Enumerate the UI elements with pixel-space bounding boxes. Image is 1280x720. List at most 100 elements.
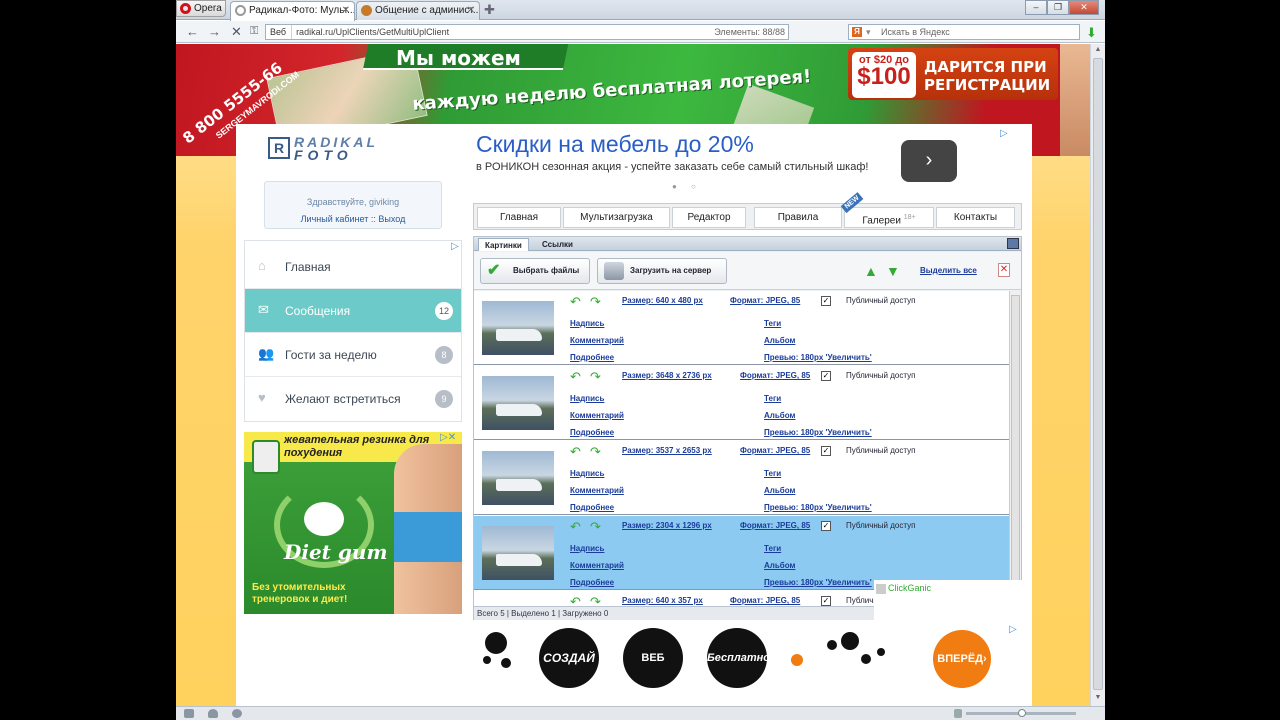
format-link[interactable]: Формат: JPEG, 85 [730,596,800,605]
new-tab-button[interactable]: ✚ [484,3,495,16]
menu-item-multiupload[interactable]: Мультизагрузка [563,207,670,228]
menu-item-rules[interactable]: Правила [754,207,842,228]
menu-item-contacts[interactable]: Контакты [936,207,1015,228]
logout-link[interactable]: Выход [378,214,405,224]
size-link[interactable]: Размер: 2304 x 1296 px [622,521,712,530]
album-link[interactable]: Альбом [764,336,795,345]
radikal-logo[interactable]: R RADIKAL FOTO [266,134,441,163]
panel-toggle-icon[interactable] [184,709,194,718]
size-link[interactable]: Размер: 3537 x 2653 px [622,446,712,455]
scrollbar-thumb[interactable] [1093,58,1103,690]
address-bar[interactable]: Веб radikal.ru/UplClients/GetMultiUplClie… [265,24,789,40]
close-window-button[interactable]: ✕ [1069,0,1099,15]
more-link[interactable]: Подробнее [570,353,614,362]
menu-item-editor[interactable]: Редактор [672,207,746,228]
image-row[interactable]: ↶ ↷ Размер: 3648 x 2736 px Формат: JPEG,… [474,366,1009,440]
page-scrollbar[interactable]: ▲ ▼ [1090,44,1105,706]
zoom-slider[interactable] [966,709,1076,717]
back-icon[interactable]: ← [186,24,199,39]
turbo-icon[interactable] [232,709,242,718]
comment-link[interactable]: Комментарий [570,336,624,345]
public-checkbox[interactable]: ✓ [821,446,831,456]
upload-button[interactable]: Загрузить на сервер [597,258,727,284]
key-icon[interactable]: ⚿ [250,24,258,39]
expand-icon[interactable] [1007,238,1019,249]
public-checkbox[interactable]: ✓ [821,296,831,306]
rotate-right-icon[interactable]: ↷ [590,595,604,607]
left-item-home[interactable]: ⌂ Главная [245,245,461,289]
download-icon[interactable]: ⬇ [1086,25,1097,41]
format-link[interactable]: Формат: JPEG, 85 [740,371,810,380]
search-field[interactable]: Я ▾ Искать в Яндекс [848,24,1080,40]
rotate-right-icon[interactable]: ↷ [590,445,604,459]
rotate-left-icon[interactable]: ↶ [570,370,584,384]
size-link[interactable]: Размер: 640 x 357 px [622,596,703,605]
forward-icon[interactable]: → [208,24,221,39]
preview-link[interactable]: Превью: 180px 'Увеличить' [764,578,872,587]
choose-files-button[interactable]: ✔ Выбрать файлы [480,258,590,284]
tab-links[interactable]: Ссылки [536,238,579,251]
rotate-right-icon[interactable]: ↷ [590,295,604,309]
public-checkbox[interactable]: ✓ [821,596,831,606]
comment-link[interactable]: Комментарий [570,411,624,420]
rotate-right-icon[interactable]: ↷ [590,520,604,534]
format-link[interactable]: Формат: JPEG, 85 [740,446,810,455]
image-thumbnail[interactable] [482,451,554,505]
image-thumbnail[interactable] [482,376,554,430]
preview-link[interactable]: Превью: 180px 'Увеличить' [764,353,872,362]
public-checkbox[interactable]: ✓ [821,371,831,381]
adchoices-icon[interactable]: ▷ [1000,128,1008,139]
caption-link[interactable]: Надпись [570,319,604,328]
tags-link[interactable]: Теги [764,394,781,403]
tags-link[interactable]: Теги [764,319,781,328]
preview-link[interactable]: Превью: 180px 'Увеличить' [764,428,872,437]
left-item-messages[interactable]: ✉ Сообщения 12 [245,289,461,333]
menu-item-home[interactable]: Главная [477,207,561,228]
menu-item-galleries[interactable]: Галереи 18+ [844,207,934,228]
ad-go-button[interactable]: › [901,140,957,182]
zoom-view-icon[interactable] [954,709,962,718]
arrow-down-icon[interactable]: ▼ [886,264,901,278]
clickganic-widget[interactable]: ClickGanic [874,580,1032,620]
delete-icon[interactable]: ✕ [998,263,1010,277]
list-scrollbar[interactable] [1009,291,1021,606]
more-link[interactable]: Подробнее [570,578,614,587]
format-link[interactable]: Формат: JPEG, 85 [730,296,800,305]
caption-link[interactable]: Надпись [570,469,604,478]
stop-icon[interactable]: ✕ [231,24,242,39]
caption-link[interactable]: Надпись [570,544,604,553]
rotate-right-icon[interactable]: ↷ [590,370,604,384]
diet-gum-ad[interactable]: жевательная резинка для похудения Diet g… [244,432,462,614]
adchoices-icon[interactable]: ▷✕ [440,432,456,443]
left-item-meet[interactable]: ♥ Желают встретиться 9 [245,377,461,421]
website-builder-ad[interactable]: СОЗДАЙ ВЕБ САЙТЫ Бесплатно ВПЕРЁД› ▷ [473,624,1022,720]
rotate-left-icon[interactable]: ↶ [570,445,584,459]
adchoices-icon[interactable]: ▷ [1009,624,1017,635]
image-row[interactable]: ↶ ↷ Размер: 640 x 480 px Формат: JPEG, 8… [474,291,1009,365]
tab-admin[interactable]: Общение с админист... ✕ [356,1,480,20]
tab-pictures[interactable]: Картинки [478,238,529,251]
more-link[interactable]: Подробнее [570,428,614,437]
ad-go-circle[interactable]: ВПЕРЁД› [933,630,991,688]
cloud-icon[interactable] [208,709,218,718]
image-thumbnail[interactable] [482,526,554,580]
image-thumbnail[interactable] [482,301,554,355]
album-link[interactable]: Альбом [764,561,795,570]
dropdown-icon[interactable]: ▾ [866,25,871,39]
more-link[interactable]: Подробнее [570,503,614,512]
image-row[interactable]: ↶ ↷ Размер: 3537 x 2653 px Формат: JPEG,… [474,441,1009,515]
album-link[interactable]: Альбом [764,411,795,420]
cabinet-link[interactable]: Личный кабинет [301,214,369,224]
scroll-down-icon[interactable]: ▼ [1091,694,1105,701]
comment-link[interactable]: Комментарий [570,561,624,570]
close-tab-icon[interactable]: ✕ [467,2,475,19]
furniture-ad[interactable]: Скидки на мебель до 20% в РОНИКОН сезонн… [476,128,1006,186]
rotate-left-icon[interactable]: ↶ [570,295,584,309]
scroll-up-icon[interactable]: ▲ [1091,46,1105,53]
opera-menu-button[interactable]: Opera [176,0,226,17]
left-item-guests[interactable]: 👥 Гости за неделю 8 [245,333,461,377]
image-row-selected[interactable]: ↶ ↷ Размер: 2304 x 1296 px Формат: JPEG,… [474,516,1009,590]
tags-link[interactable]: Теги [764,544,781,553]
rotate-left-icon[interactable]: ↶ [570,520,584,534]
tags-link[interactable]: Теги [764,469,781,478]
